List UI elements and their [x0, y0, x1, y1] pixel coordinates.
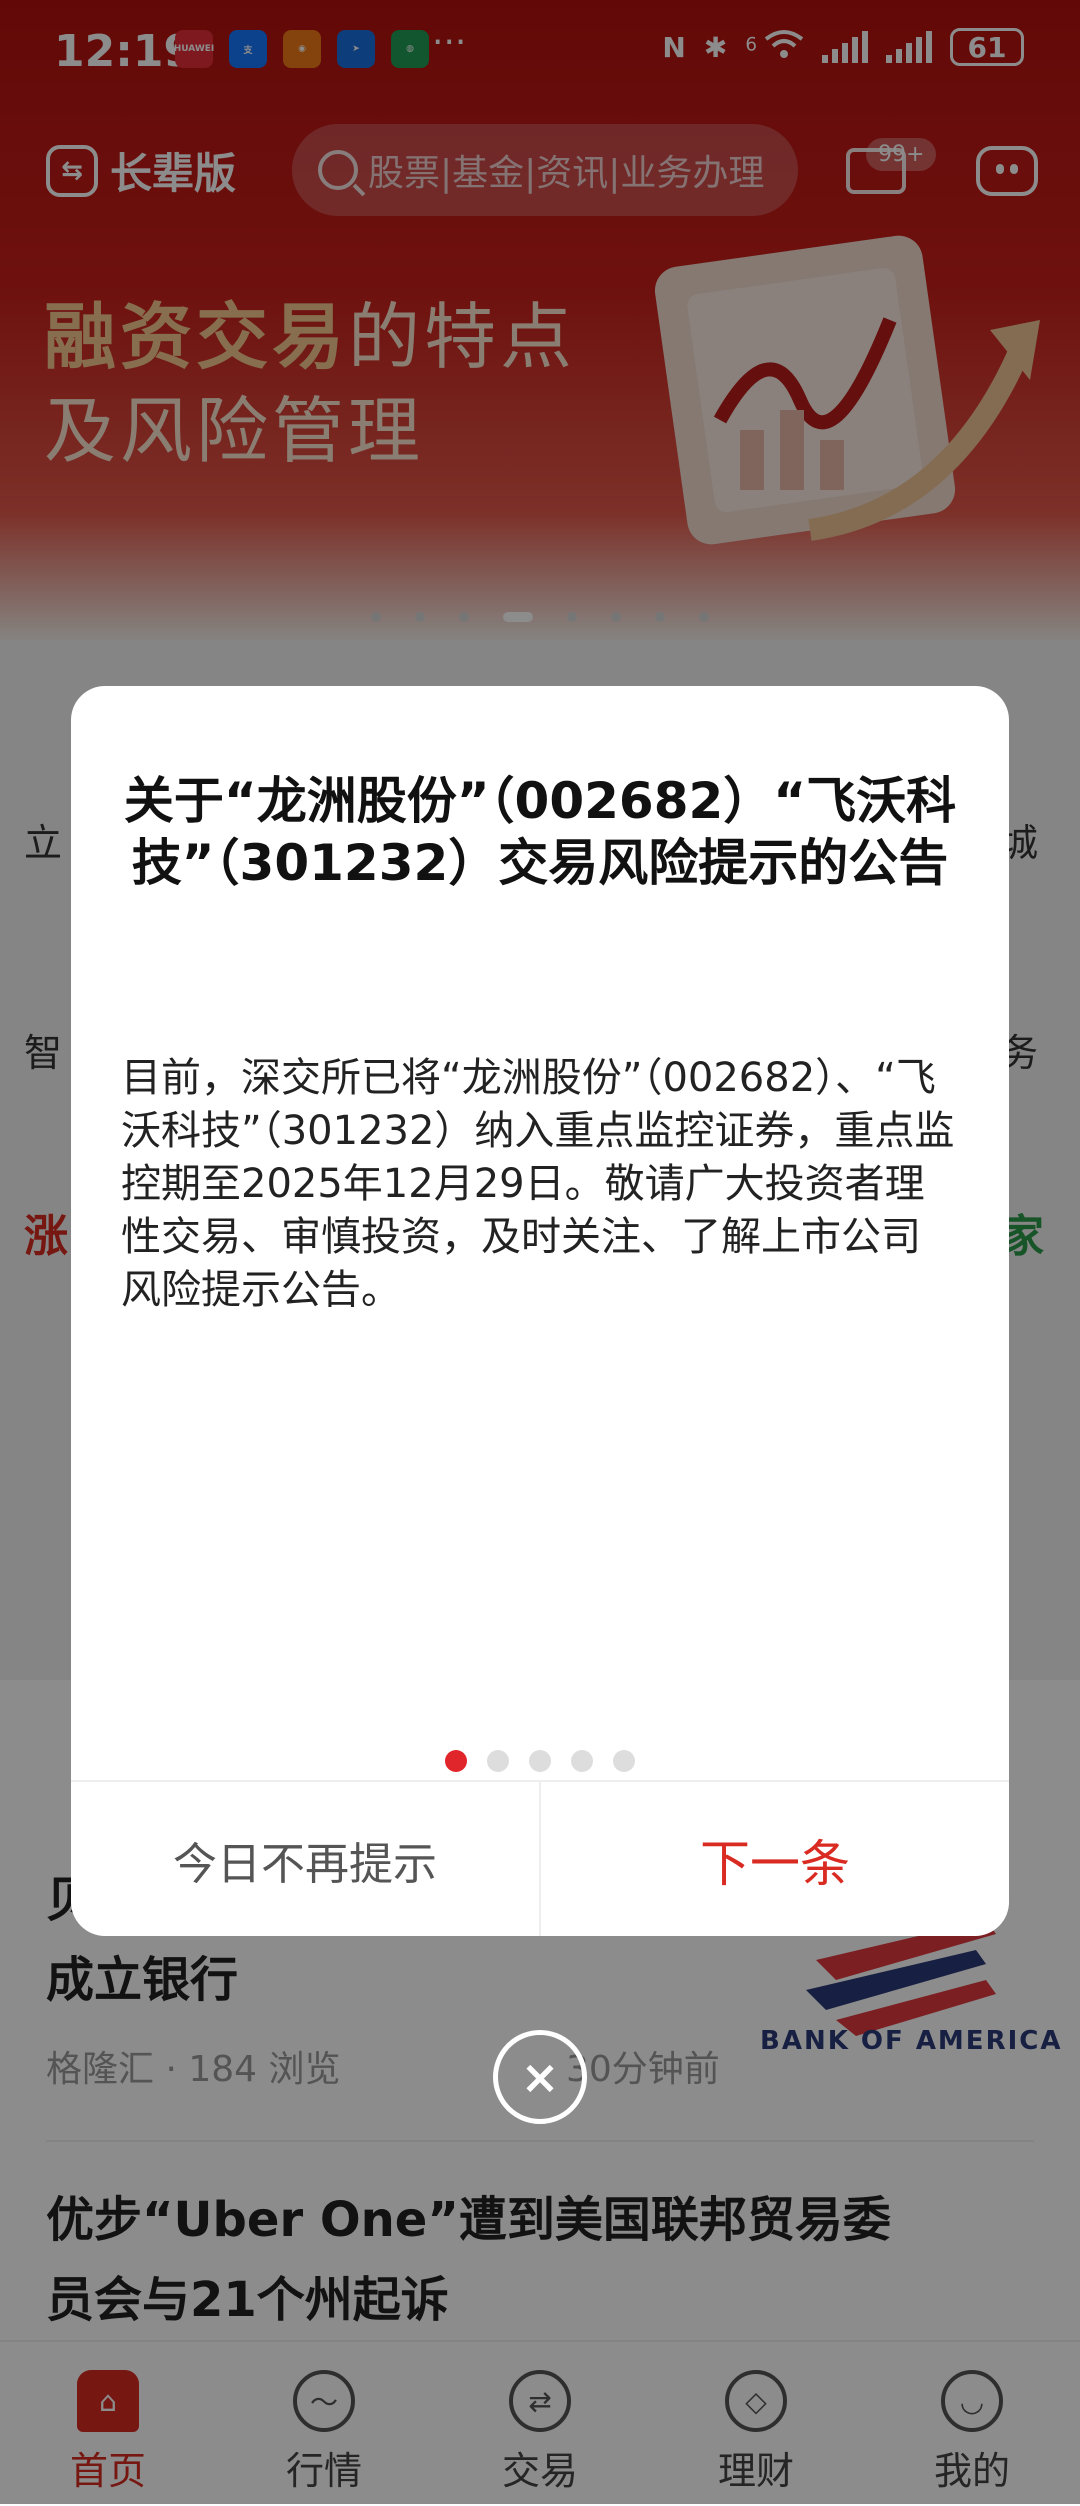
next-notice-button[interactable]: 下一条 [541, 1782, 1009, 1936]
dialog-title: 关于“龙洲股份”（002682）“飞沃科技”（301232）交易风险提示的公告 [123, 772, 957, 892]
dialog-body: 目前，深交所已将“龙洲股份”（002682）、“飞沃科技”（301232）纳入重… [121, 1055, 955, 1313]
dialog-actions: 今日不再提示 下一条 [71, 1780, 1009, 1936]
dialog-page-dot[interactable] [571, 1750, 593, 1772]
dialog-page-dot[interactable] [529, 1750, 551, 1772]
dialog-page-dot[interactable] [487, 1750, 509, 1772]
risk-notice-dialog: 关于“龙洲股份”（002682）“飞沃科技”（301232）交易风险提示的公告 … [71, 686, 1009, 1936]
close-dialog-icon[interactable]: × [493, 2030, 587, 2124]
dismiss-today-button[interactable]: 今日不再提示 [71, 1782, 541, 1936]
dialog-page-dot[interactable] [445, 1750, 467, 1772]
dialog-page-dot[interactable] [613, 1750, 635, 1772]
dialog-pagination [71, 1750, 1009, 1772]
